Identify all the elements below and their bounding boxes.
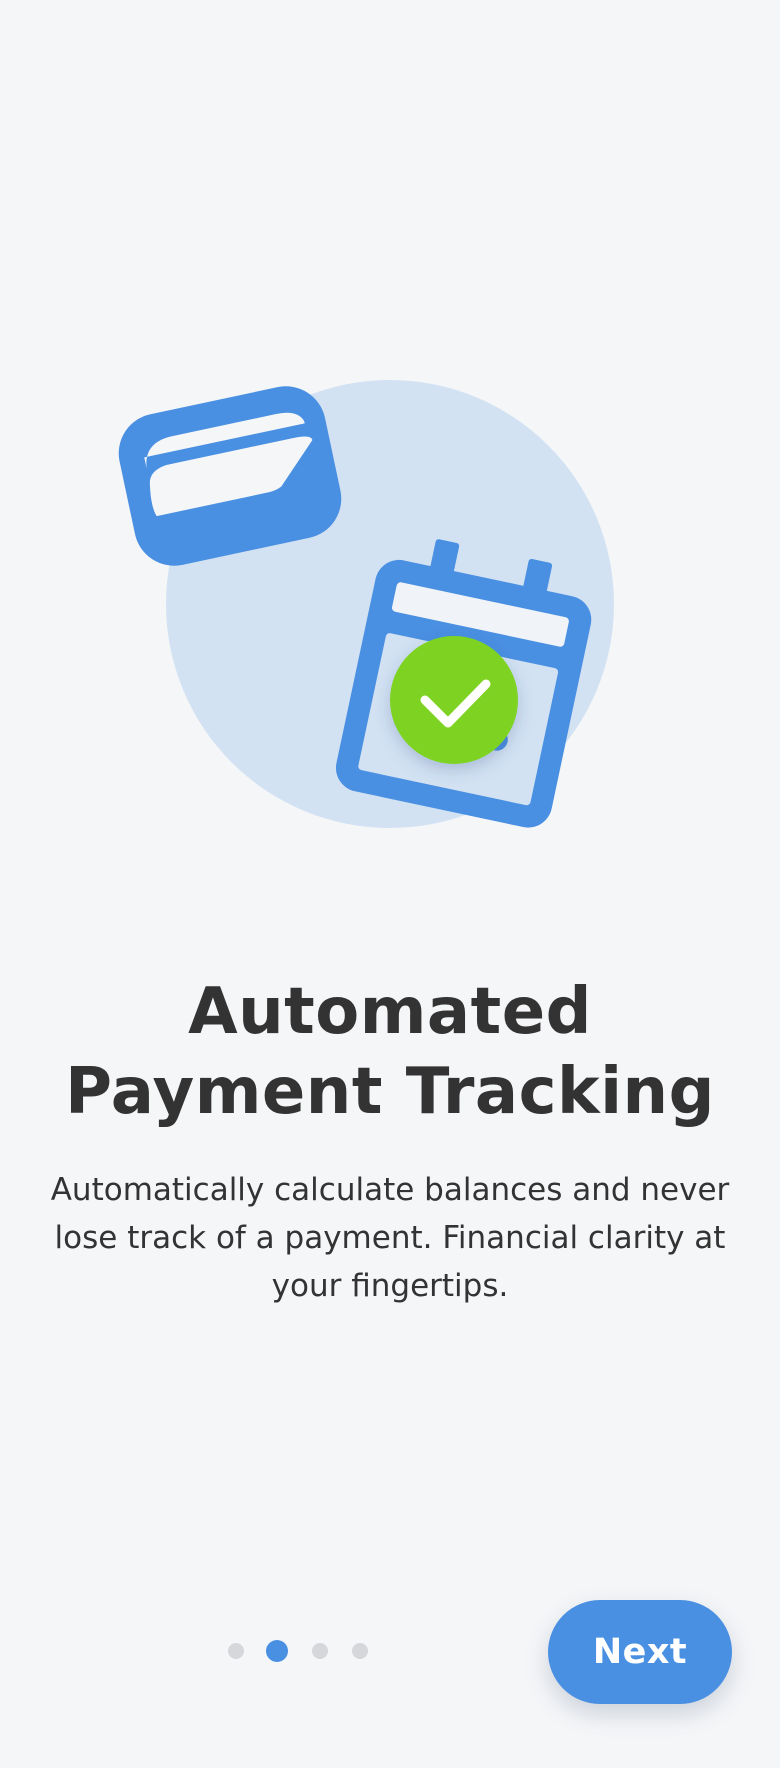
next-button[interactable]: Next <box>548 1600 732 1704</box>
pagination-dot-3[interactable] <box>312 1643 328 1659</box>
check-circle-icon <box>390 636 518 764</box>
pagination-dot-1[interactable] <box>228 1643 244 1659</box>
pagination-dot-4[interactable] <box>352 1643 368 1659</box>
onboarding-title: Automated Payment Tracking <box>65 975 715 1129</box>
pagination-dot-2-active[interactable] <box>266 1640 288 1662</box>
onboarding-illustration <box>0 0 780 900</box>
onboarding-description: Automatically calculate balances and nev… <box>50 1172 730 1304</box>
